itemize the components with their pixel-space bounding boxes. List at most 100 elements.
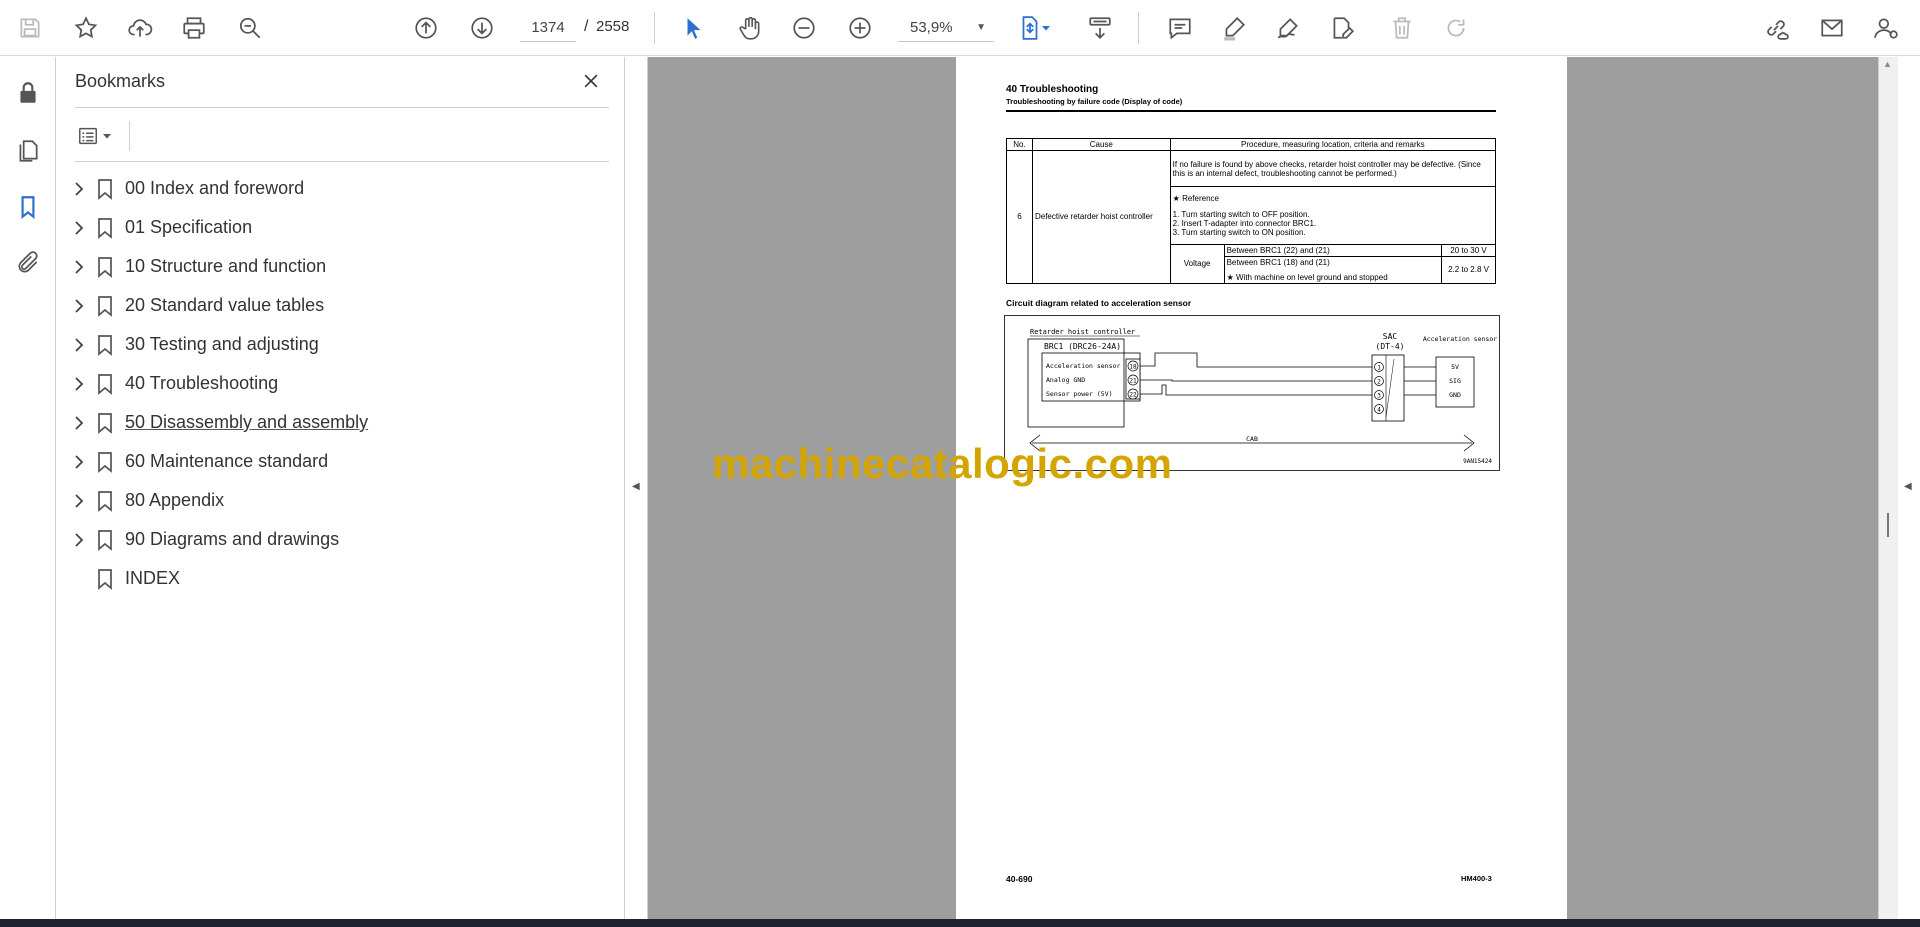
bookmark-icon: [98, 179, 112, 200]
upload-cloud-icon[interactable]: [122, 10, 158, 46]
chevron-right-icon[interactable]: [71, 414, 87, 432]
table-cell-condition: ★ With machine on level ground and stopp…: [1226, 272, 1388, 282]
page-thumbnails-icon[interactable]: [12, 135, 44, 167]
comment-icon[interactable]: [1162, 10, 1198, 46]
chevron-down-icon: ▼: [976, 22, 986, 33]
circuit-pin-label: Sensor power (5V): [1046, 390, 1113, 398]
pdf-subheading: Troubleshooting by failure code (Display…: [1006, 97, 1183, 106]
pdf-footer-model: HM400-3: [1461, 874, 1492, 883]
email-icon[interactable]: [1814, 10, 1850, 46]
table-cell-note: If no failure is found by above checks, …: [1169, 150, 1497, 188]
star-icon[interactable]: [68, 10, 104, 46]
bookmark-label: 60 Maintenance standard: [125, 451, 329, 471]
os-taskbar: [0, 919, 1920, 927]
expand-right-pane-icon: ◀: [1904, 481, 1912, 492]
share-link-icon[interactable]: [1758, 10, 1794, 46]
select-cursor-icon[interactable]: [676, 10, 712, 46]
bookmark-item[interactable]: 90 Diagrams and drawings: [57, 520, 625, 559]
panel-collapse-handle[interactable]: ◀: [626, 57, 648, 919]
document-viewer[interactable]: 40 Troubleshooting Troubleshooting by fa…: [648, 57, 1878, 919]
scroll-mode-icon[interactable]: [1082, 10, 1118, 46]
save-icon[interactable]: [12, 10, 48, 46]
edit-document-icon[interactable]: [1324, 10, 1360, 46]
bookmark-item[interactable]: 50 Disassembly and assembly: [57, 403, 625, 442]
bookmark-icon: [98, 530, 112, 551]
close-icon[interactable]: [577, 67, 605, 95]
bookmark-label: 20 Standard value tables: [125, 295, 325, 315]
redo-icon[interactable]: [1438, 10, 1474, 46]
user-account-icon[interactable]: [1868, 10, 1904, 46]
total-pages: 2558: [596, 18, 630, 35]
lock-icon[interactable]: [12, 77, 44, 109]
bookmark-label: 80 Appendix: [125, 490, 225, 510]
troubleshooting-table: No. Cause Procedure, measuring location,…: [1006, 137, 1497, 284]
bookmark-item[interactable]: INDEX: [57, 559, 625, 598]
print-icon[interactable]: [176, 10, 212, 46]
fit-page-chevron-icon[interactable]: [1036, 10, 1056, 46]
chevron-right-icon[interactable]: [71, 453, 87, 471]
chevron-right-icon[interactable]: [71, 219, 87, 237]
pdf-heading-rule: [1006, 110, 1496, 112]
bookmark-icon: [98, 218, 112, 239]
vertical-scrollbar[interactable]: ▲: [1878, 57, 1898, 919]
chevron-right-icon[interactable]: [71, 258, 87, 276]
circuit-caption: Circuit diagram related to acceleration …: [1006, 298, 1192, 308]
circuit-sensor-terminal: 5V: [1451, 363, 1459, 371]
chevron-right-icon[interactable]: [71, 180, 87, 198]
table-cell-no: 6: [1006, 150, 1033, 284]
bookmark-options-button[interactable]: [75, 119, 125, 153]
chevron-right-icon[interactable]: [71, 375, 87, 393]
attachment-paperclip-icon[interactable]: [12, 247, 44, 279]
bookmark-item[interactable]: 00 Index and foreword: [57, 169, 625, 208]
circuit-pin-number: 21: [1129, 378, 1137, 385]
zoom-level-select[interactable]: 53,9% ▼: [898, 14, 994, 42]
left-navigation-rail: [0, 57, 56, 919]
circuit-pin-label: Acceleration sensor: [1046, 362, 1120, 370]
zoom-search-icon[interactable]: [232, 10, 268, 46]
chevron-right-icon[interactable]: [71, 531, 87, 549]
previous-page-icon[interactable]: [408, 10, 444, 46]
table-header-cause: Cause: [1031, 137, 1171, 152]
table-step: 1. Turn starting switch to OFF position.: [1172, 209, 1310, 219]
right-pane-toggle[interactable]: ◀: [1898, 57, 1920, 919]
toolbar-divider: [654, 12, 655, 44]
bookmark-item[interactable]: 80 Appendix: [57, 481, 625, 520]
zoom-in-icon[interactable]: [842, 10, 878, 46]
zoom-out-icon[interactable]: [786, 10, 822, 46]
bookmark-label: 90 Diagrams and drawings: [125, 529, 340, 549]
bookmark-label: 30 Testing and adjusting: [125, 334, 319, 354]
next-page-icon[interactable]: [464, 10, 500, 46]
chevron-right-icon[interactable]: [71, 336, 87, 354]
scrollbar-thumb[interactable]: [1887, 513, 1889, 537]
bookmark-item[interactable]: 01 Specification: [57, 208, 625, 247]
bookmark-item[interactable]: 30 Testing and adjusting: [57, 325, 625, 364]
highlight-pen-icon[interactable]: [1216, 10, 1252, 46]
bookmark-item[interactable]: 10 Structure and function: [57, 247, 625, 286]
circuit-pin-label: Analog GND: [1046, 376, 1085, 384]
bookmark-list: 00 Index and foreword 01 Specification 10 …: [57, 169, 625, 598]
table-cell-measure: Between BRC1 (18) and (21): [1226, 258, 1330, 268]
scroll-up-icon[interactable]: ▲: [1883, 59, 1892, 69]
bookmark-label: 01 Specification: [125, 217, 253, 237]
table-step: 2. Insert T-adapter into connector BRC1.: [1172, 218, 1317, 228]
hand-tool-icon[interactable]: [732, 10, 768, 46]
bookmarks-rail-icon[interactable]: [12, 191, 44, 223]
bookmark-label: 00 Index and foreword: [125, 178, 305, 198]
collapse-left-icon: ◀: [632, 481, 640, 492]
circuit-pin-number: 1: [1377, 365, 1381, 372]
bookmark-item[interactable]: 60 Maintenance standard: [57, 442, 625, 481]
bookmark-label: INDEX: [125, 568, 181, 588]
chevron-right-icon[interactable]: [71, 492, 87, 510]
zoom-level-value: 53,9%: [910, 19, 953, 36]
bookmark-item[interactable]: 20 Standard value tables: [57, 286, 625, 325]
watermark-text: machinecatalogic.com: [712, 440, 1173, 487]
bookmark-icon: [98, 257, 112, 278]
bookmark-item[interactable]: 40 Troubleshooting: [57, 364, 625, 403]
chevron-down-icon: [103, 134, 111, 139]
chevron-right-icon[interactable]: [71, 297, 87, 315]
toolbar-divider: [1138, 12, 1139, 44]
circuit-pin-number: 4: [1377, 407, 1381, 414]
page-number-input[interactable]: [520, 14, 576, 42]
delete-trash-icon[interactable]: [1384, 10, 1420, 46]
draw-signature-icon[interactable]: [1270, 10, 1306, 46]
